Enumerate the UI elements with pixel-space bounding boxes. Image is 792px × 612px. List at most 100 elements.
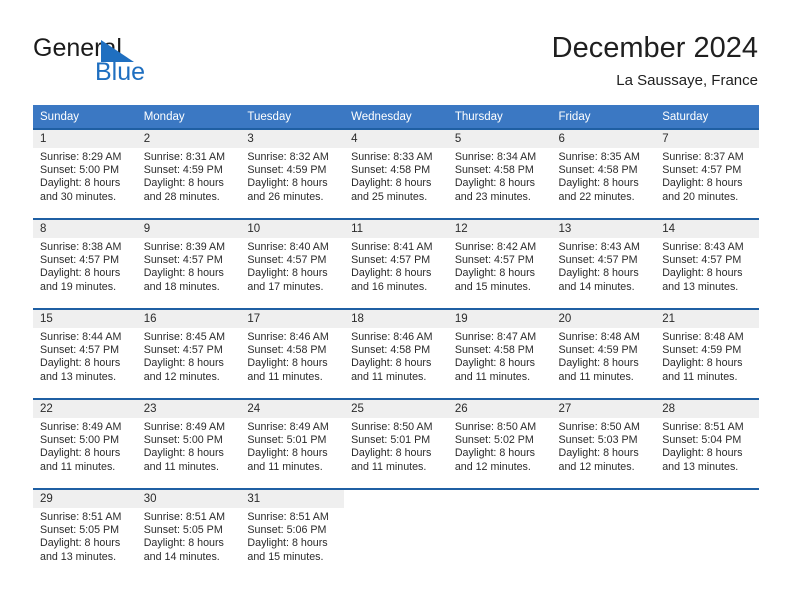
day-cell-details: Sunrise: 8:50 AM Sunset: 5:01 PM Daylight:… (344, 418, 448, 474)
calendar-day-cell[interactable]: 21 Sunrise: 8:48 AM Sunset: 4:59 PM Dayligh… (655, 308, 759, 399)
sunrise-time: Sunrise: 8:33 AM (351, 151, 433, 163)
day-cell-inner: 26 Sunrise: 8:50 AM Sunset: 5:02 PM Dayligh… (447, 400, 552, 488)
sunrise-time: Sunrise: 8:35 AM (558, 151, 640, 163)
daylight-duration-line1: Daylight: 8 hours (40, 537, 121, 550)
calendar-day-cell[interactable]: 11 Sunrise: 8:41 AM Sunset: 4:57 PM Dayligh… (344, 218, 448, 309)
day-cell-details: Sunrise: 8:38 AM Sunset: 4:57 PM Daylight:… (33, 238, 137, 294)
sunset-time: Sunset: 5:05 PM (40, 524, 120, 537)
day-number: 5 (447, 130, 552, 148)
page-subtitle: La Saussaye, France (616, 72, 758, 89)
sunset-time: Sunset: 5:06 PM (247, 524, 327, 537)
calendar-week-row: 22 Sunrise: 8:49 AM Sunset: 5:00 PM Dayligh… (33, 398, 759, 489)
sunset-time: Sunset: 5:01 PM (247, 434, 327, 447)
day-cell-inner: 18 Sunrise: 8:46 AM Sunset: 4:58 PM Dayligh… (344, 310, 448, 398)
day-number: 20 (551, 310, 656, 328)
daylight-duration-line1: Daylight: 8 hours (454, 177, 536, 190)
calendar-day-cell[interactable]: 30 Sunrise: 8:51 AM Sunset: 5:05 PM Dayligh… (136, 488, 241, 578)
daylight-duration-line1: Daylight: 8 hours (662, 267, 743, 280)
day-number: 21 (655, 310, 759, 328)
day-cell-inner: 3 Sunrise: 8:32 AM Sunset: 4:59 PM Daylight… (240, 130, 345, 218)
daylight-duration-line2: and 15 minutes. (454, 280, 531, 293)
daylight-duration-line2: and 13 minutes. (40, 550, 117, 563)
day-cell-details: Sunrise: 8:37 AM Sunset: 4:57 PM Daylight:… (655, 148, 759, 204)
calendar-day-cell[interactable]: 20 Sunrise: 8:48 AM Sunset: 4:59 PM Dayligh… (551, 308, 656, 399)
day-cell-details: Sunrise: 8:42 AM Sunset: 4:57 PM Daylight:… (448, 238, 552, 294)
calendar-day-cell[interactable]: 7 Sunrise: 8:37 AM Sunset: 4:57 PM Daylight… (655, 128, 759, 219)
daylight-duration-line2: and 17 minutes. (247, 280, 324, 293)
day-cell-details: Sunrise: 8:51 AM Sunset: 5:05 PM Daylight:… (33, 508, 137, 564)
day-cell-inner: 10 Sunrise: 8:40 AM Sunset: 4:57 PM Dayligh… (240, 220, 345, 308)
calendar-day-cell[interactable]: 1 Sunrise: 8:29 AM Sunset: 5:00 PM Daylight… (33, 128, 137, 219)
calendar-day-cell[interactable]: 28 Sunrise: 8:51 AM Sunset: 5:04 PM Dayligh… (655, 398, 759, 489)
calendar-day-cell[interactable]: 29 Sunrise: 8:51 AM Sunset: 5:05 PM Dayligh… (33, 488, 137, 578)
calendar-day-cell[interactable]: 17 Sunrise: 8:46 AM Sunset: 4:58 PM Dayligh… (240, 308, 345, 399)
calendar-day-cell[interactable]: 23 Sunrise: 8:49 AM Sunset: 5:00 PM Dayligh… (136, 398, 241, 489)
calendar-day-cell[interactable]: 18 Sunrise: 8:46 AM Sunset: 4:58 PM Dayligh… (344, 308, 448, 399)
sunset-time: Sunset: 5:03 PM (558, 434, 638, 447)
day-cell-details: Sunrise: 8:49 AM Sunset: 5:01 PM Daylight:… (240, 418, 344, 474)
sunset-time: Sunset: 4:59 PM (247, 164, 327, 177)
day-cell-details: Sunrise: 8:29 AM Sunset: 5:00 PM Daylight:… (33, 148, 137, 204)
calendar-day-cell[interactable]: 9 Sunrise: 8:39 AM Sunset: 4:57 PM Daylight… (136, 218, 241, 309)
calendar-day-cell[interactable]: 25 Sunrise: 8:50 AM Sunset: 5:01 PM Dayligh… (344, 398, 448, 489)
sunset-time: Sunset: 5:01 PM (351, 434, 431, 447)
brand-logo[interactable]: General Blue (33, 34, 233, 90)
calendar-day-cell[interactable]: 12 Sunrise: 8:42 AM Sunset: 4:57 PM Dayligh… (447, 218, 552, 309)
calendar-day-cell[interactable]: 14 Sunrise: 8:43 AM Sunset: 4:57 PM Dayligh… (655, 218, 759, 309)
day-cell-details: Sunrise: 8:48 AM Sunset: 4:59 PM Daylight:… (552, 328, 656, 384)
sunrise-time: Sunrise: 8:47 AM (454, 331, 537, 343)
day-cell-details: Sunrise: 8:35 AM Sunset: 4:58 PM Daylight:… (552, 148, 656, 204)
daylight-duration-line2: and 14 minutes. (143, 550, 220, 563)
calendar-day-cell[interactable]: 24 Sunrise: 8:49 AM Sunset: 5:01 PM Dayligh… (240, 398, 345, 489)
day-cell-inner: 19 Sunrise: 8:47 AM Sunset: 4:58 PM Dayligh… (447, 310, 552, 398)
brand-name-blue: Blue (95, 58, 146, 86)
daylight-duration-line2: and 28 minutes. (143, 190, 220, 203)
calendar-day-cell[interactable]: 3 Sunrise: 8:32 AM Sunset: 4:59 PM Daylight… (240, 128, 345, 219)
day-cell-details: Sunrise: 8:31 AM Sunset: 4:59 PM Daylight:… (137, 148, 241, 204)
calendar-day-cell[interactable]: 8 Sunrise: 8:38 AM Sunset: 4:57 PM Daylight… (33, 218, 137, 309)
day-number: 31 (240, 490, 345, 508)
day-cell-details: Sunrise: 8:43 AM Sunset: 4:57 PM Daylight:… (655, 238, 759, 294)
sunrise-time: Sunrise: 8:49 AM (143, 421, 226, 433)
calendar-day-cell[interactable]: 31 Sunrise: 8:51 AM Sunset: 5:06 PM Dayligh… (240, 488, 345, 578)
calendar-day-cell[interactable]: 10 Sunrise: 8:40 AM Sunset: 4:57 PM Dayligh… (240, 218, 345, 309)
calendar-day-cell[interactable]: 4 Sunrise: 8:33 AM Sunset: 4:58 PM Daylight… (344, 128, 448, 219)
day-cell-inner: 11 Sunrise: 8:41 AM Sunset: 4:57 PM Dayligh… (344, 220, 448, 308)
calendar-day-cell[interactable]: 5 Sunrise: 8:34 AM Sunset: 4:58 PM Daylight… (447, 128, 552, 219)
calendar-day-cell[interactable]: 15 Sunrise: 8:44 AM Sunset: 4:57 PM Dayligh… (33, 308, 137, 399)
day-cell-inner: 25 Sunrise: 8:50 AM Sunset: 5:01 PM Dayligh… (344, 400, 448, 488)
weekday-header-monday: Monday (136, 105, 241, 129)
sunrise-sunset-calendar-table: Sunday Monday Tuesday Wednesday Thursday… (33, 105, 759, 578)
daylight-duration-line2: and 12 minutes. (143, 370, 220, 383)
day-cell-inner: 16 Sunrise: 8:45 AM Sunset: 4:57 PM Dayligh… (136, 310, 241, 398)
day-cell-details: Sunrise: 8:49 AM Sunset: 5:00 PM Daylight:… (33, 418, 137, 474)
calendar-day-cell[interactable]: 13 Sunrise: 8:43 AM Sunset: 4:57 PM Dayligh… (551, 218, 656, 309)
day-number (344, 490, 448, 508)
day-number: 15 (33, 310, 137, 328)
sunrise-time: Sunrise: 8:46 AM (351, 331, 433, 343)
calendar-day-cell[interactable]: 6 Sunrise: 8:35 AM Sunset: 4:58 PM Daylight… (551, 128, 656, 219)
day-cell-details: Sunrise: 8:47 AM Sunset: 4:58 PM Daylight:… (448, 328, 552, 384)
sunrise-time: Sunrise: 8:51 AM (143, 511, 226, 523)
daylight-duration-line2: and 12 minutes. (558, 460, 635, 473)
sunrise-time: Sunrise: 8:48 AM (662, 331, 744, 343)
day-number (655, 490, 759, 508)
calendar-day-cell[interactable]: 22 Sunrise: 8:49 AM Sunset: 5:00 PM Dayligh… (33, 398, 137, 489)
day-number: 25 (344, 400, 448, 418)
day-cell-inner: 30 Sunrise: 8:51 AM Sunset: 5:05 PM Dayligh… (136, 490, 241, 578)
day-cell-inner: 5 Sunrise: 8:34 AM Sunset: 4:58 PM Daylight… (447, 130, 552, 218)
sunset-time: Sunset: 4:59 PM (143, 164, 223, 177)
weekday-header-tuesday: Tuesday (240, 105, 345, 129)
daylight-duration-line1: Daylight: 8 hours (558, 267, 639, 280)
day-cell-details: Sunrise: 8:45 AM Sunset: 4:57 PM Daylight:… (137, 328, 241, 384)
sunset-time: Sunset: 4:57 PM (351, 254, 431, 267)
day-cell-details: Sunrise: 8:51 AM Sunset: 5:05 PM Daylight:… (137, 508, 241, 564)
calendar-day-cell[interactable]: 26 Sunrise: 8:50 AM Sunset: 5:02 PM Dayligh… (447, 398, 552, 489)
calendar-day-cell[interactable]: 2 Sunrise: 8:31 AM Sunset: 4:59 PM Daylight… (136, 128, 241, 219)
sunrise-time: Sunrise: 8:44 AM (40, 331, 122, 343)
calendar-day-cell[interactable]: 27 Sunrise: 8:50 AM Sunset: 5:03 PM Dayligh… (551, 398, 656, 489)
calendar-day-cell[interactable]: 16 Sunrise: 8:45 AM Sunset: 4:57 PM Dayligh… (136, 308, 241, 399)
daylight-duration-line1: Daylight: 8 hours (662, 177, 743, 190)
daylight-duration-line2: and 22 minutes. (558, 190, 635, 203)
calendar-day-cell[interactable]: 19 Sunrise: 8:47 AM Sunset: 4:58 PM Dayligh… (447, 308, 552, 399)
